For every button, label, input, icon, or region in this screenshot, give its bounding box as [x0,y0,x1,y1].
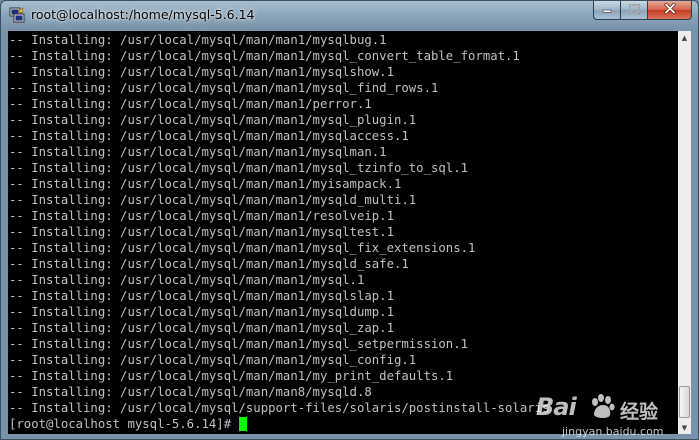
scroll-thumb[interactable] [679,386,690,418]
scroll-up-arrow[interactable]: ▲ [678,31,691,44]
terminal-line: -- Installing: /usr/local/mysql/man/man1… [9,241,476,255]
watermark-logo-text: Bai [536,393,577,421]
putty-icon[interactable] [9,7,25,23]
watermark-url: jingyan.baidu.com [562,425,664,438]
shell-prompt: [root@localhost mysql-5.6.14]# [9,417,239,431]
terminal-line: -- Installing: /usr/local/mysql/man/man1… [9,49,520,63]
terminal-line: -- Installing: /usr/local/mysql/man/man1… [9,225,394,239]
terminal-line: -- Installing: /usr/local/mysql/man/man1… [9,193,417,207]
terminal-line: -- Installing: /usr/local/mysql/man/man1… [9,273,365,287]
terminal-output[interactable]: -- Installing: /usr/local/mysql/man/man1… [8,31,678,434]
terminal-line: -- Installing: /usr/local/mysql/man/man1… [9,97,372,111]
title-bar[interactable]: root@localhost:/home/mysql-5.6.14 [1,1,698,31]
terminal-line: -- Installing: /usr/local/mysql/man/man1… [9,145,387,159]
terminal-line: -- Installing: /usr/local/mysql/man/man1… [9,129,409,143]
terminal-line: -- Installing: /usr/local/mysql/man/man1… [9,113,417,127]
terminal-line: -- Installing: /usr/local/mysql/man/man1… [9,369,454,383]
caption-buttons [593,1,692,21]
terminal-line: -- Installing: /usr/local/mysql/man/man1… [9,65,394,79]
close-icon [663,1,676,19]
terminal-line: -- Installing: /usr/local/mysql/man/man1… [9,353,417,367]
paw-icon [588,393,616,421]
terminal-window: root@localhost:/home/mysql-5.6.14 -- Ins… [0,0,699,440]
terminal-line: -- Installing: /usr/local/mysql/man/man1… [9,209,394,223]
maximize-button[interactable] [620,1,647,20]
vertical-scrollbar[interactable]: ▲ ▼ [678,31,691,434]
terminal-line: -- Installing: /usr/local/mysql/man/man1… [9,289,394,303]
terminal-line: -- Installing: /usr/local/mysql/man/man1… [9,337,469,351]
chevron-down-icon: ▼ [681,423,688,432]
chevron-up-icon: ▲ [681,33,688,42]
watermark-suffix: 经验 [620,401,659,423]
terminal-line: -- Installing: /usr/local/mysql/man/man1… [9,81,439,95]
scroll-down-arrow[interactable]: ▼ [678,421,691,434]
text-cursor [238,417,247,431]
terminal-line: -- Installing: /usr/local/mysql/man/man1… [9,305,394,319]
window-title: root@localhost:/home/mysql-5.6.14 [31,7,255,22]
baidu-watermark: Bai 经验 jingyan.baidu.com [536,391,676,439]
maximize-icon [628,1,640,19]
terminal-line: -- Installing: /usr/local/mysql/man/man1… [9,257,409,271]
terminal-line: -- Installing: /usr/local/mysql/man/man1… [9,177,402,191]
minimize-button[interactable] [593,1,620,20]
terminal-line: -- Installing: /usr/local/mysql/man/man1… [9,321,394,335]
terminal-line: -- Installing: /usr/local/mysql/man/man1… [9,161,469,175]
minimize-icon [602,1,612,19]
terminal-line: -- Installing: /usr/local/mysql/man/man1… [9,33,387,47]
close-button[interactable] [647,1,692,20]
terminal-client-area[interactable]: -- Installing: /usr/local/mysql/man/man1… [8,31,691,438]
